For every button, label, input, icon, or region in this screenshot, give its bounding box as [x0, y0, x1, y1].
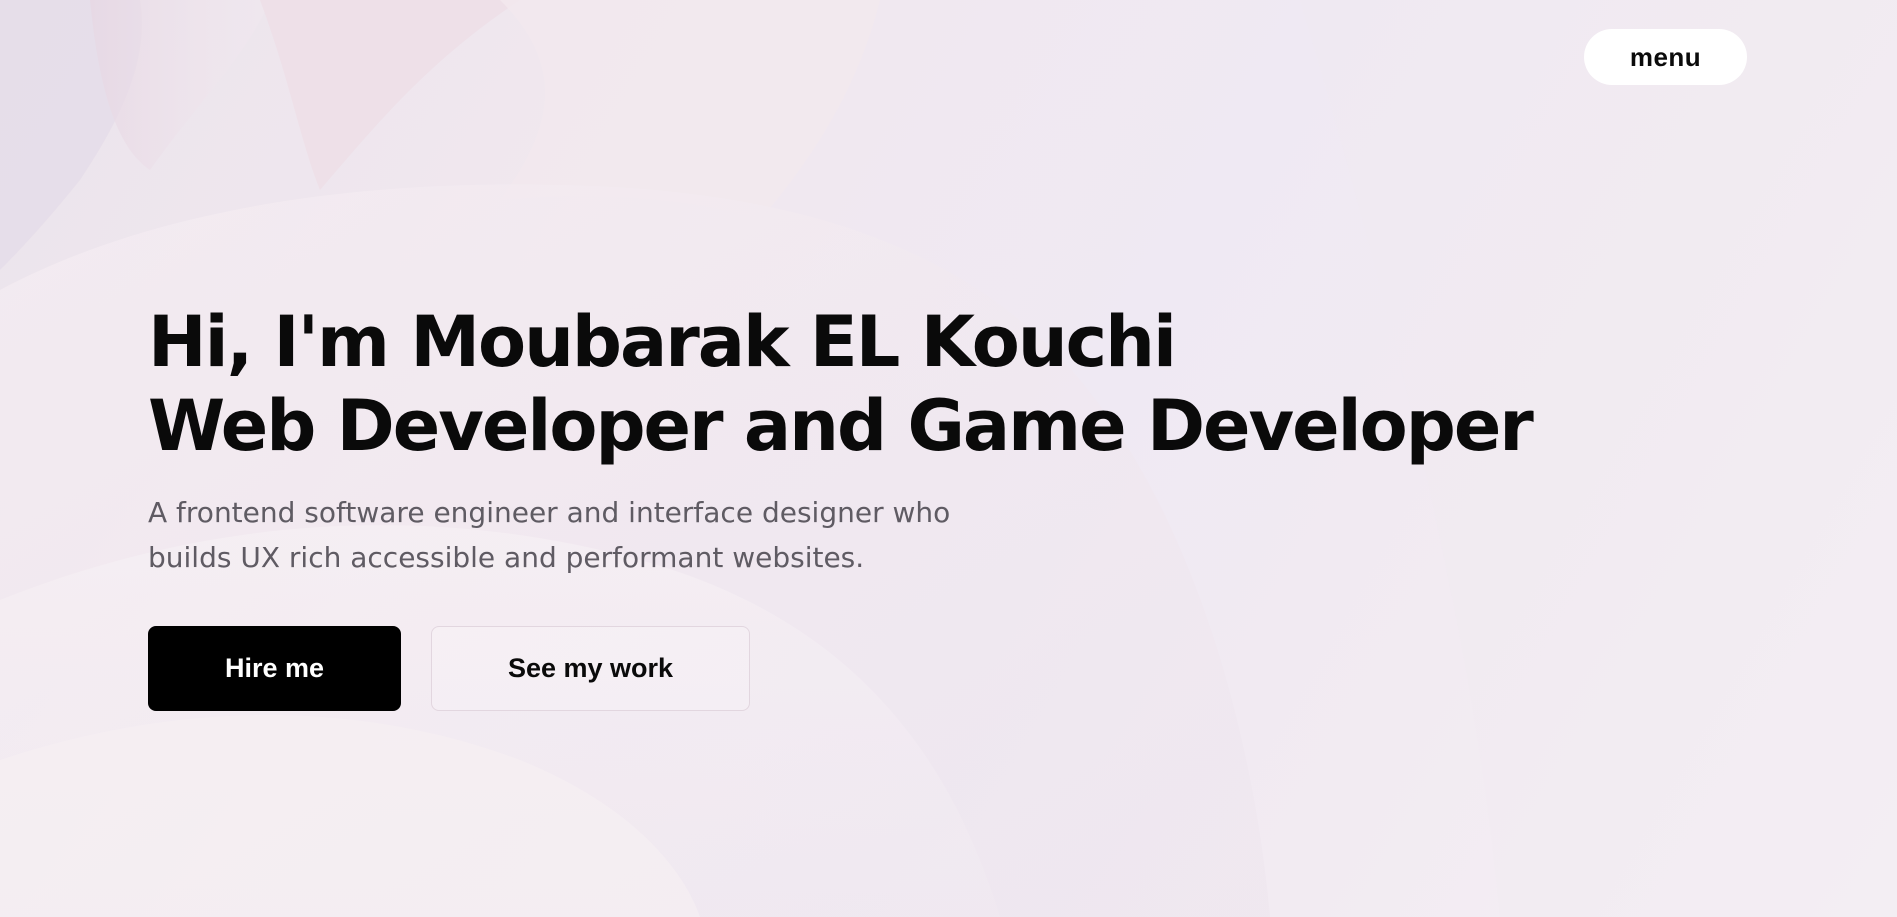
- headline-line-role: Web Developer and Game Developer: [148, 385, 1534, 467]
- hero-section: Hi, I'm Moubarak EL Kouchi Web Developer…: [148, 300, 1534, 711]
- menu-button[interactable]: menu: [1584, 29, 1747, 85]
- hero-subtitle: A frontend software engineer and interfa…: [148, 490, 1028, 580]
- subtitle-line-2: builds UX rich accessible and performant…: [148, 541, 865, 574]
- subtitle-line-1: A frontend software engineer and interfa…: [148, 496, 951, 529]
- headline-line-name: Hi, I'm Moubarak EL Kouchi: [148, 301, 1177, 383]
- hire-me-button[interactable]: Hire me: [148, 626, 401, 711]
- hero-headline: Hi, I'm Moubarak EL Kouchi Web Developer…: [148, 300, 1534, 468]
- hero-actions: Hire me See my work: [148, 626, 1532, 711]
- see-my-work-button[interactable]: See my work: [431, 626, 750, 711]
